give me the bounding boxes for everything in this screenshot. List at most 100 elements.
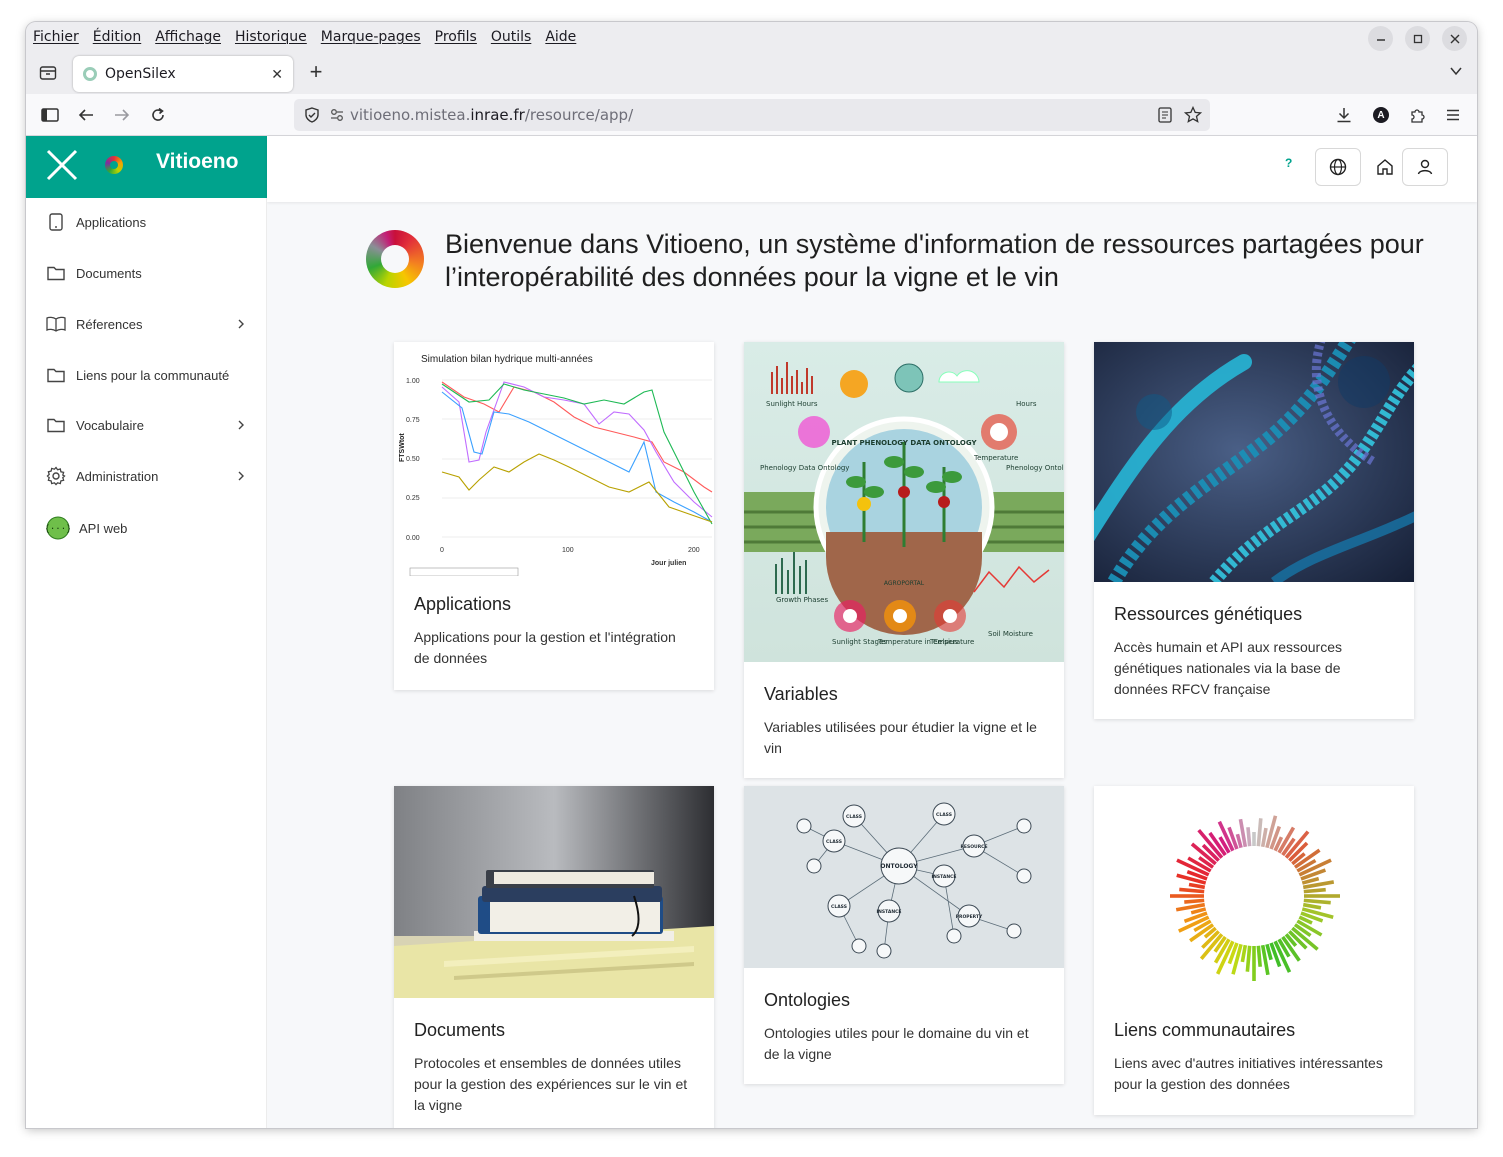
card-title: Applications [414,594,512,614]
thumb-ontology-node: INSTANCE [876,909,901,915]
maximize-button[interactable] [1405,26,1430,51]
menu-affichage[interactable]: Affichage [148,29,228,45]
vitioeno-logo-icon [366,230,424,288]
thumb-xtick: 0 [440,547,444,554]
help-button[interactable]: ? [1285,156,1292,170]
close-window-button[interactable] [1442,26,1467,51]
sidebar-item-community-links[interactable]: Liens pour la communauté [26,355,267,395]
tablet-icon [46,212,66,232]
radial-bar [1304,894,1340,898]
simulation-chart-thumbnail: Simulation bilan hydrique multi-années F… [394,342,714,576]
tab-title: OpenSilex [105,66,176,82]
card-text: Liens avec d'autres initiatives intéress… [1114,1055,1383,1092]
home-icon [1377,159,1393,175]
url-bar[interactable]: vitioeno.mistea.inrae.fr/resource/app/ [294,99,1210,131]
menu-bar: Fichier Édition Affichage Historique Mar… [26,22,1477,52]
chevron-right-icon [238,420,244,430]
reload-button[interactable] [147,104,169,126]
tray-icon [39,66,57,80]
thumb-variables-label: AGROPORTAL [884,580,925,587]
sidebar-item-references[interactable]: Réferences [26,304,267,344]
tab-close-icon[interactable]: ✕ [271,66,283,83]
chevron-down-icon[interactable] [1449,64,1463,78]
url-path: /resource/app/ [524,106,634,124]
thumb-ytick: 0.75 [406,417,420,424]
radial-bar [1303,898,1331,905]
card-documents[interactable]: Documents Protocoles et ensembles de don… [394,786,714,1128]
card-applications[interactable]: Simulation bilan hydrique multi-années F… [394,342,714,690]
sidebar-item-vocabulary[interactable]: Vocabulaire [26,405,267,445]
sidebar: Applications Documents Réferences Liens … [26,198,267,1128]
thumb-ontology-node: CLASS [831,904,847,910]
card-variables[interactable]: PLANT PHENOLOGY DATA ONTOLOGY AGROPORTAL… [744,342,1064,778]
sidebar-item-api-web[interactable]: {···} API web [26,508,267,548]
chevron-right-icon [238,471,244,481]
reader-view-icon[interactable] [1158,107,1172,123]
user-button[interactable] [1402,148,1448,186]
puzzle-icon [1411,109,1425,123]
thumb-ontology-node: INSTANCE [931,874,956,880]
thumb-chart-xlabel: Jour julien [651,560,686,567]
api-icon: {···} [46,516,70,540]
card-community-links[interactable]: Liens communautaires Liens avec d'autres… [1094,786,1414,1115]
thumb-ontology-node: CLASS [826,839,842,845]
tab-opensilex[interactable]: OpenSilex ✕ [73,56,293,92]
card-genetic-resources[interactable]: Ressources génétiques Accès humain et AP… [1094,342,1414,719]
folder-icon [46,263,66,283]
app-menu-button[interactable] [1442,104,1464,126]
bookmark-star-icon[interactable] [1184,106,1202,124]
thumb-variables-label: Temperature [973,454,1018,462]
circular-barplot-thumbnail [1094,786,1414,998]
sidebar-item-label: API web [79,520,128,536]
reload-icon [152,107,164,121]
radial-bar [1184,898,1205,904]
shield-icon[interactable] [304,107,320,123]
new-tab-button[interactable]: + [305,60,327,84]
back-button[interactable] [75,104,97,126]
minimize-button[interactable] [1368,26,1393,51]
permissions-icon[interactable] [330,108,344,122]
thumb-chart-ylabel: FTSWtot [399,433,406,462]
menu-edition[interactable]: Édition [86,29,148,45]
menu-outils[interactable]: Outils [484,29,538,45]
thumb-variables-label: Growth Phases [776,596,828,604]
thumb-xtick: 200 [688,547,700,554]
thumb-xtick: 100 [562,547,574,554]
thumb-ytick: 0.00 [406,535,420,542]
extensions-button[interactable] [1406,104,1428,126]
sidebar-item-documents[interactable]: Documents [26,253,267,293]
account-button[interactable]: A [1370,104,1392,126]
card-ontologies[interactable]: ONTOLOGY CLASS CLASS CLASS INSTANCE CLAS… [744,786,1064,1084]
brand-title[interactable]: Vitioeno [156,150,238,174]
menu-historique[interactable]: Historique [228,29,314,45]
thumb-variables-label: Phenology Data Ontology [760,464,849,472]
sidebar-toggle-button[interactable] [39,104,61,126]
browser-window: Fichier Édition Affichage Historique Mar… [26,22,1477,1128]
menu-marque-pages[interactable]: Marque-pages [314,29,428,45]
sidebar-item-applications[interactable]: Applications [26,202,267,242]
top-bar: ? [267,136,1477,202]
close-menu-icon[interactable] [45,148,79,182]
menu-aide[interactable]: Aide [538,29,583,45]
sidebar-icon [41,108,59,122]
tab-list-button[interactable] [36,61,60,85]
menu-fichier[interactable]: Fichier [26,29,86,45]
close-icon [1450,34,1459,43]
card-text: Accès humain et API aux ressources génét… [1114,639,1342,697]
sidebar-item-administration[interactable]: Administration [26,456,267,496]
card-text: Protocoles et ensembles de données utile… [414,1055,688,1113]
brand-bar: Vitioeno [26,136,267,198]
thumb-ytick: 1.00 [406,378,420,385]
language-button[interactable] [1315,148,1361,186]
url-text[interactable]: vitioeno.mistea.inrae.fr/resource/app/ [350,106,633,124]
folder-icon [46,415,66,435]
radial-bar [1303,887,1326,894]
ontology-diagram-thumbnail: ONTOLOGY CLASS CLASS CLASS INSTANCE CLAS… [744,786,1064,968]
downloads-button[interactable] [1333,104,1355,126]
thumb-variables-label: Soil Moisture [988,630,1033,638]
radial-bar [1245,945,1252,972]
forward-button[interactable] [111,104,133,126]
thumb-ontology-node: PROPERTY [956,914,983,920]
opensilex-favicon-icon [83,67,97,81]
menu-profils[interactable]: Profils [428,29,484,45]
